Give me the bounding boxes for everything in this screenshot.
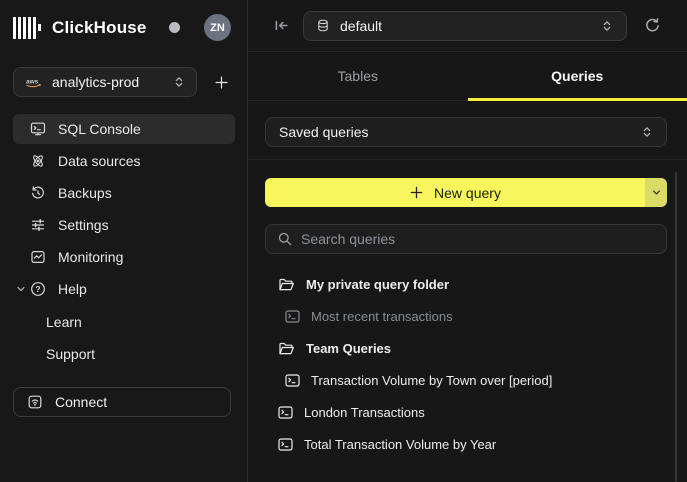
query-row[interactable]: Most recent transactions [265, 300, 667, 332]
search-box [265, 224, 667, 254]
sidebar-nav: SQL Console Data sources [13, 114, 231, 370]
new-query-split-button: New query [265, 178, 667, 207]
sidebar-item-label: Backups [58, 185, 112, 201]
add-service-button[interactable] [214, 75, 229, 90]
svg-text:aws: aws [26, 78, 39, 85]
search-input[interactable] [301, 231, 656, 247]
service-row: aws analytics-prod [13, 67, 231, 97]
tab-queries[interactable]: Queries [468, 52, 687, 100]
database-name: default [340, 18, 382, 34]
sidebar-item-settings[interactable]: Settings [13, 210, 235, 240]
panel-topbar: default [248, 0, 687, 52]
service-selector[interactable]: aws analytics-prod [13, 67, 197, 97]
backups-history-icon [30, 185, 46, 201]
chevron-up-down-icon [172, 75, 186, 89]
new-query-button[interactable]: New query [265, 178, 645, 207]
new-query-label: New query [434, 185, 501, 201]
query-folder-row[interactable]: My private query folder [265, 268, 667, 300]
saved-queries-select[interactable]: Saved queries [265, 117, 667, 147]
sidebar-item-backups[interactable]: Backups [13, 178, 235, 208]
sidebar-header: ClickHouse ZN [13, 14, 231, 41]
scrollbar[interactable] [675, 172, 677, 482]
sidebar-item-label: Data sources [58, 153, 140, 169]
data-sources-icon [30, 153, 46, 169]
tree-item-label: My private query folder [306, 277, 449, 292]
tree-item-label: Transaction Volume by Town over [period] [311, 373, 552, 388]
query-terminal-icon [285, 374, 300, 387]
settings-sliders-icon [30, 217, 46, 233]
tree-item-label: London Transactions [304, 405, 425, 420]
service-name: analytics-prod [52, 74, 139, 90]
chevron-up-down-icon [600, 19, 614, 33]
help-icon: ? [30, 281, 46, 297]
app-window: ClickHouse ZN aws analytics-prod [0, 0, 687, 482]
query-terminal-icon [278, 438, 293, 451]
collapse-sidebar-icon[interactable] [273, 17, 290, 34]
sidebar-item-support[interactable]: Support [13, 338, 235, 370]
connect-label: Connect [55, 394, 107, 410]
tree-item-label: Most recent transactions [311, 309, 453, 324]
sidebar-item-label: Support [46, 346, 95, 362]
folder-open-icon [278, 341, 295, 356]
folder-open-icon [278, 277, 295, 292]
sidebar-item-help[interactable]: ? Help [13, 274, 235, 304]
sidebar-item-data-sources[interactable]: Data sources [13, 146, 235, 176]
query-folder-row[interactable]: Team Queries [265, 332, 667, 364]
sidebar-item-label: Monitoring [58, 249, 123, 265]
sidebar-item-label: Help [58, 281, 87, 297]
clickhouse-logo-icon [13, 17, 41, 39]
tree-item-label: Total Transaction Volume by Year [304, 437, 496, 452]
chevron-down-icon[interactable] [15, 283, 27, 295]
plus-icon [409, 185, 424, 200]
avatar[interactable]: ZN [204, 14, 231, 41]
right-panel: default Tables Queries Saved [248, 0, 687, 482]
monitoring-chart-icon [30, 249, 46, 265]
database-icon [316, 18, 330, 33]
sidebar-item-label: Learn [46, 314, 82, 330]
status-dot [169, 22, 180, 33]
connect-button[interactable]: Connect [13, 387, 231, 417]
sidebar-item-monitoring[interactable]: Monitoring [13, 242, 235, 272]
tree-item-label: Team Queries [306, 341, 391, 356]
active-tab-underline [468, 98, 687, 101]
query-terminal-icon [278, 406, 293, 419]
sidebar-item-label: SQL Console [58, 121, 141, 137]
query-terminal-icon [285, 310, 300, 323]
queries-panel: Saved queries New query [248, 101, 687, 482]
tab-tables[interactable]: Tables [248, 52, 468, 100]
saved-queries-label: Saved queries [279, 124, 369, 140]
new-query-dropdown-button[interactable] [645, 178, 667, 207]
chevron-up-down-icon [640, 125, 654, 139]
sidebar-item-learn[interactable]: Learn [13, 306, 235, 338]
sidebar-item-label: Settings [58, 217, 109, 233]
search-icon [277, 231, 293, 247]
svg-text:?: ? [35, 284, 40, 294]
sidebar-item-sql-console[interactable]: SQL Console [13, 114, 235, 144]
connect-icon [27, 394, 43, 410]
query-tree: My private query folder Most recent tran… [265, 268, 667, 460]
sql-console-icon [30, 121, 46, 137]
query-row[interactable]: Total Transaction Volume by Year [265, 428, 667, 460]
database-selector[interactable]: default [303, 11, 627, 41]
brand-title: ClickHouse [52, 18, 147, 38]
section-divider [248, 159, 687, 160]
sidebar: ClickHouse ZN aws analytics-prod [0, 0, 248, 482]
chevron-down-icon [650, 186, 663, 199]
query-row[interactable]: Transaction Volume by Town over [period] [265, 364, 667, 396]
aws-icon: aws [25, 77, 43, 88]
tab-bar: Tables Queries [248, 52, 687, 101]
refresh-icon[interactable] [644, 17, 661, 34]
query-row[interactable]: London Transactions [265, 396, 667, 428]
